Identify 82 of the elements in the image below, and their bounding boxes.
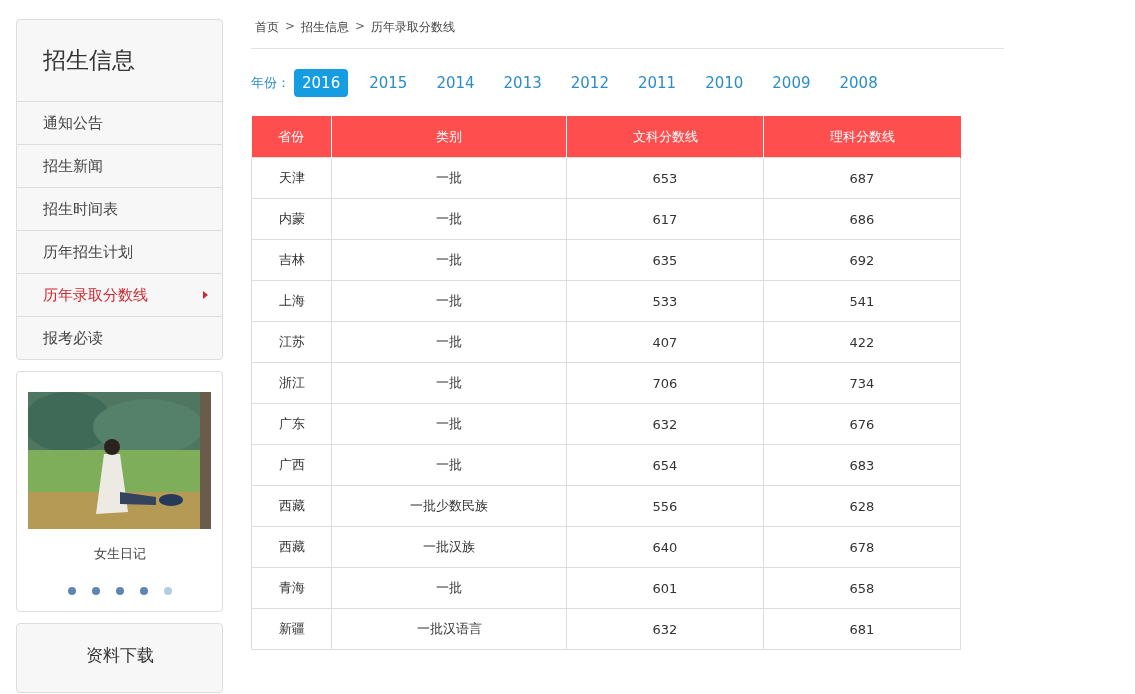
downloads-title: 资料下载 bbox=[85, 644, 154, 667]
table-cell: 广西 bbox=[251, 444, 332, 486]
table-cell: 628 bbox=[763, 485, 961, 527]
breadcrumb-separator: > bbox=[355, 19, 366, 35]
table-cell: 556 bbox=[566, 485, 764, 527]
table-cell: 681 bbox=[763, 608, 961, 650]
photo-caption: 女生日记 bbox=[93, 545, 146, 563]
carousel-dot[interactable] bbox=[139, 587, 148, 595]
caret-icon bbox=[203, 291, 208, 299]
table-cell: 一批 bbox=[331, 403, 567, 445]
table-cell: 653 bbox=[566, 157, 764, 199]
breadcrumb-link[interactable]: 历年录取分数线 bbox=[371, 19, 456, 36]
table-cell: 广东 bbox=[251, 403, 332, 445]
year-tab[interactable]: 2013 bbox=[495, 69, 550, 97]
year-tab[interactable]: 2015 bbox=[361, 69, 416, 97]
year-label: 年份： bbox=[251, 74, 290, 92]
sidebar-item[interactable]: 历年招生计划 bbox=[17, 231, 222, 274]
table-cell: 一批 bbox=[331, 157, 567, 199]
table-cell: 西藏 bbox=[251, 526, 332, 568]
table-cell: 734 bbox=[763, 362, 961, 404]
table-cell: 一批 bbox=[331, 444, 567, 486]
table-cell: 617 bbox=[566, 198, 764, 240]
sidebar-item[interactable]: 招生新闻 bbox=[17, 145, 222, 188]
table-cell: 新疆 bbox=[251, 608, 332, 650]
table-cell: 407 bbox=[566, 321, 764, 363]
carousel-dot[interactable] bbox=[91, 587, 100, 595]
table-cell: 601 bbox=[566, 567, 764, 609]
table-cell: 654 bbox=[566, 444, 764, 486]
table-cell: 一批 bbox=[331, 239, 567, 281]
column-header: 类别 bbox=[331, 116, 567, 158]
table-cell: 422 bbox=[763, 321, 961, 363]
table-cell: 天津 bbox=[251, 157, 332, 199]
table-cell: 一批 bbox=[331, 567, 567, 609]
table-cell: 上海 bbox=[251, 280, 332, 322]
table-cell: 江苏 bbox=[251, 321, 332, 363]
table-cell: 内蒙 bbox=[251, 198, 332, 240]
table-cell: 678 bbox=[763, 526, 961, 568]
sidebar-item[interactable]: 通知公告 bbox=[17, 102, 222, 145]
table-cell: 706 bbox=[566, 362, 764, 404]
table-cell: 632 bbox=[566, 608, 764, 650]
table-cell: 一批 bbox=[331, 321, 567, 363]
year-tab[interactable]: 2009 bbox=[764, 69, 819, 97]
column-header: 文科分数线 bbox=[566, 116, 764, 158]
table-cell: 632 bbox=[566, 403, 764, 445]
table-cell: 一批汉语言 bbox=[331, 608, 567, 650]
table-cell: 一批 bbox=[331, 280, 567, 322]
carousel-dot[interactable] bbox=[67, 587, 76, 595]
table-cell: 676 bbox=[763, 403, 961, 445]
table-cell: 541 bbox=[763, 280, 961, 322]
table-cell: 687 bbox=[763, 157, 961, 199]
year-tab[interactable]: 2016 bbox=[294, 69, 349, 97]
carousel-dot[interactable] bbox=[115, 587, 124, 595]
table-cell: 640 bbox=[566, 526, 764, 568]
breadcrumb-link[interactable]: 首页 bbox=[255, 19, 279, 36]
sidebar-item[interactable]: 历年录取分数线 bbox=[17, 274, 222, 317]
sidebar-title: 招生信息 bbox=[17, 20, 222, 102]
table-cell: 533 bbox=[566, 280, 764, 322]
year-tab[interactable]: 2008 bbox=[831, 69, 886, 97]
table-cell: 一批汉族 bbox=[331, 526, 567, 568]
sidebar-item[interactable]: 报考必读 bbox=[17, 317, 222, 359]
sidebar-item[interactable]: 招生时间表 bbox=[17, 188, 222, 231]
table-cell: 635 bbox=[566, 239, 764, 281]
table-cell: 一批 bbox=[331, 198, 567, 240]
column-header: 理科分数线 bbox=[763, 116, 961, 158]
carousel-dot[interactable] bbox=[163, 587, 172, 595]
table-cell: 一批少数民族 bbox=[331, 485, 567, 527]
column-header: 省份 bbox=[251, 116, 332, 158]
breadcrumb-link[interactable]: 招生信息 bbox=[301, 19, 350, 36]
table-cell: 西藏 bbox=[251, 485, 332, 527]
table-cell: 683 bbox=[763, 444, 961, 486]
table-cell: 青海 bbox=[251, 567, 332, 609]
table-cell: 658 bbox=[763, 567, 961, 609]
year-tab[interactable]: 2014 bbox=[428, 69, 483, 97]
table-cell: 686 bbox=[763, 198, 961, 240]
year-tab[interactable]: 2010 bbox=[697, 69, 752, 97]
year-tab[interactable]: 2012 bbox=[562, 69, 617, 97]
table-cell: 一批 bbox=[331, 362, 567, 404]
table-cell: 吉林 bbox=[251, 239, 332, 281]
year-tab[interactable]: 2011 bbox=[629, 69, 685, 97]
table-cell: 浙江 bbox=[251, 362, 332, 404]
breadcrumb-separator: > bbox=[285, 19, 296, 35]
table-cell: 692 bbox=[763, 239, 961, 281]
